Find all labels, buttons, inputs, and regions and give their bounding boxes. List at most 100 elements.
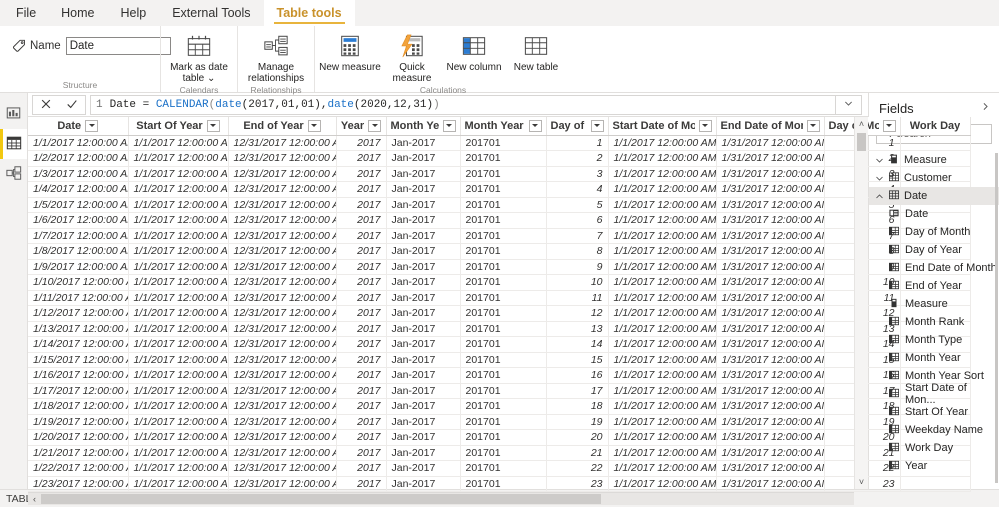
table-cell[interactable]: Jan-2017 bbox=[386, 243, 461, 260]
column-filter-dropdown-icon[interactable] bbox=[528, 119, 542, 132]
table-cell[interactable]: 1/1/2017 12:00:00 AM bbox=[608, 166, 717, 182]
table-cell[interactable]: 2017 bbox=[336, 135, 387, 151]
fields-table-customer[interactable]: Customer bbox=[869, 169, 999, 187]
table-cell[interactable]: 1/12/2017 12:00:00 AM bbox=[28, 305, 129, 322]
table-cell[interactable]: 201701 bbox=[460, 398, 547, 415]
table-cell[interactable]: 1/1/2017 12:00:00 AM bbox=[128, 336, 229, 353]
table-cell[interactable]: 1/1/2017 12:00:00 AM bbox=[128, 476, 229, 492]
table-cell[interactable]: 1/1/2017 12:00:00 AM bbox=[608, 181, 717, 198]
table-cell[interactable]: 12/31/2017 12:00:00 AM bbox=[228, 166, 337, 182]
table-cell[interactable]: 12/31/2017 12:00:00 AM bbox=[228, 212, 337, 229]
table-cell[interactable]: 1/1/2017 12:00:00 AM bbox=[608, 367, 717, 384]
fields-item-day-of-month[interactable]: Day of Month bbox=[869, 223, 999, 241]
table-cell[interactable]: 201701 bbox=[460, 367, 547, 384]
table-cell[interactable]: 12/31/2017 12:00:00 AM bbox=[228, 290, 337, 306]
table-row[interactable]: 1/2/2017 12:00:00 AM 1/1/2017 12:00:00 AM… bbox=[28, 150, 971, 167]
column-filter-dropdown-icon[interactable] bbox=[698, 119, 712, 132]
table-row[interactable]: 1/10/2017 12:00:00 AM1/1/2017 12:00:00 A… bbox=[28, 274, 971, 291]
table-cell[interactable]: 2017 bbox=[336, 243, 387, 260]
table-row[interactable]: 1/5/2017 12:00:00 AM 1/1/2017 12:00:00 AM… bbox=[28, 197, 971, 213]
table-cell[interactable]: 1/31/2017 12:00:00 AM bbox=[716, 445, 825, 461]
table-cell[interactable]: 201701 bbox=[460, 197, 547, 213]
table-cell[interactable]: Jan-2017 bbox=[386, 336, 461, 353]
table-cell[interactable]: 1/31/2017 12:00:00 AM bbox=[716, 336, 825, 353]
table-cell[interactable]: 2017 bbox=[336, 367, 387, 384]
chevron-up-icon[interactable] bbox=[875, 192, 884, 201]
chevron-right-icon[interactable] bbox=[980, 101, 991, 115]
table-cell[interactable]: 1/1/2017 12:00:00 AM bbox=[608, 429, 717, 446]
table-cell[interactable]: 14 bbox=[546, 336, 609, 353]
table-cell[interactable]: 12/31/2017 12:00:00 AM bbox=[228, 259, 337, 275]
quick-measure-button[interactable]: Quick measure bbox=[381, 29, 443, 84]
sidebar-item-report-view[interactable] bbox=[0, 99, 27, 129]
table-row[interactable]: 1/3/2017 12:00:00 AM 1/1/2017 12:00:00 AM… bbox=[28, 166, 971, 182]
table-cell[interactable]: 201701 bbox=[460, 274, 547, 291]
table-cell[interactable]: 3 bbox=[546, 166, 609, 182]
table-row[interactable]: 1/16/2017 12:00:00 AM1/1/2017 12:00:00 A… bbox=[28, 367, 971, 384]
table-cell[interactable]: Jan-2017 bbox=[386, 290, 461, 306]
table-cell[interactable]: 1/1/2017 12:00:00 AM bbox=[608, 476, 717, 492]
table-cell[interactable]: 2017 bbox=[336, 429, 387, 446]
scroll-left-arrow-icon[interactable]: ‹ bbox=[28, 494, 41, 504]
table-cell[interactable]: 2017 bbox=[336, 414, 387, 430]
formula-expand-button[interactable] bbox=[836, 94, 862, 115]
table-cell[interactable]: 201701 bbox=[460, 212, 547, 229]
fields-item-year[interactable]: Year bbox=[869, 457, 999, 475]
table-cell[interactable]: 1/1/2017 12:00:00 AM bbox=[128, 243, 229, 260]
table-cell[interactable]: 1/19/2017 12:00:00 AM bbox=[28, 414, 129, 430]
table-cell[interactable]: 12/31/2017 12:00:00 AM bbox=[228, 414, 337, 430]
column-header-day-of-year[interactable]: Day of Year bbox=[546, 117, 609, 136]
ribbon-tab-help[interactable]: Help bbox=[108, 0, 160, 26]
table-cell[interactable]: 23 bbox=[546, 476, 609, 492]
formula-input[interactable]: 1 Date = CALENDAR(date(2017,01,01),date(… bbox=[90, 94, 836, 115]
table-cell[interactable]: 20 bbox=[546, 429, 609, 446]
formula-cancel-button[interactable] bbox=[33, 96, 59, 116]
table-cell[interactable]: 201701 bbox=[460, 166, 547, 182]
table-cell[interactable]: Jan-2017 bbox=[386, 212, 461, 229]
fields-item-month-rank[interactable]: Month Rank bbox=[869, 313, 999, 331]
table-cell[interactable]: Jan-2017 bbox=[386, 476, 461, 492]
fields-item-start-date-of-mon[interactable]: Start Date of Mon... bbox=[869, 382, 999, 406]
table-cell[interactable]: 1/31/2017 12:00:00 AM bbox=[716, 476, 825, 492]
table-cell[interactable]: 1/1/2017 12:00:00 AM bbox=[128, 367, 229, 384]
column-filter-dropdown-icon[interactable] bbox=[806, 119, 820, 132]
column-header-month-year-sort[interactable]: Month Year Sort bbox=[460, 117, 547, 136]
table-row[interactable]: 1/4/2017 12:00:00 AM 1/1/2017 12:00:00 AM… bbox=[28, 181, 971, 198]
table-cell[interactable]: 15 bbox=[546, 352, 609, 368]
table-cell[interactable]: 1/17/2017 12:00:00 AM bbox=[28, 383, 129, 399]
table-cell[interactable]: 18 bbox=[546, 398, 609, 415]
chevron-down-icon[interactable] bbox=[875, 156, 884, 165]
table-cell[interactable]: 12/31/2017 12:00:00 AM bbox=[228, 352, 337, 368]
manage-relationships-button[interactable]: Manage relationships bbox=[242, 29, 310, 84]
ribbon-tab-external-tools[interactable]: External Tools bbox=[159, 0, 263, 26]
table-cell[interactable]: 201701 bbox=[460, 352, 547, 368]
ribbon-tab-home[interactable]: Home bbox=[48, 0, 107, 26]
fields-table-measure[interactable]: Measure bbox=[869, 151, 999, 169]
table-cell[interactable]: 1/1/2017 12:00:00 AM bbox=[608, 212, 717, 229]
table-cell[interactable]: 12/31/2017 12:00:00 AM bbox=[228, 383, 337, 399]
table-cell[interactable]: 12/31/2017 12:00:00 AM bbox=[228, 429, 337, 446]
table-cell[interactable]: 2017 bbox=[336, 445, 387, 461]
table-cell[interactable]: 1/1/2017 12:00:00 AM bbox=[608, 259, 717, 275]
column-filter-dropdown-icon[interactable] bbox=[85, 119, 99, 132]
table-cell[interactable]: 201701 bbox=[460, 228, 547, 244]
table-cell[interactable]: Jan-2017 bbox=[386, 197, 461, 213]
table-cell[interactable]: 201701 bbox=[460, 181, 547, 198]
table-cell[interactable]: 19 bbox=[546, 414, 609, 430]
table-cell[interactable]: 1/31/2017 12:00:00 AM bbox=[716, 228, 825, 244]
table-cell[interactable]: 1/1/2017 12:00:00 AM bbox=[608, 150, 717, 167]
fields-item-day-of-year[interactable]: Day of Year bbox=[869, 241, 999, 259]
table-cell[interactable]: 201701 bbox=[460, 243, 547, 260]
new-table-button[interactable]: New table bbox=[505, 29, 567, 73]
new-column-button[interactable]: New column bbox=[443, 29, 505, 73]
table-cell[interactable]: 22 bbox=[546, 460, 609, 477]
fields-item-end-of-year[interactable]: End of Year bbox=[869, 277, 999, 295]
table-cell[interactable]: 12/31/2017 12:00:00 AM bbox=[228, 445, 337, 461]
fields-item-measure[interactable]: Measure bbox=[869, 295, 999, 313]
table-cell[interactable]: 1/5/2017 12:00:00 AM bbox=[28, 197, 129, 213]
table-cell[interactable]: 1/1/2017 12:00:00 AM bbox=[128, 460, 229, 477]
table-row[interactable]: 1/11/2017 12:00:00 AM1/1/2017 12:00:00 A… bbox=[28, 290, 971, 306]
table-cell[interactable]: 1/31/2017 12:00:00 AM bbox=[716, 383, 825, 399]
table-cell[interactable]: 12/31/2017 12:00:00 AM bbox=[228, 150, 337, 167]
table-cell[interactable]: Jan-2017 bbox=[386, 352, 461, 368]
